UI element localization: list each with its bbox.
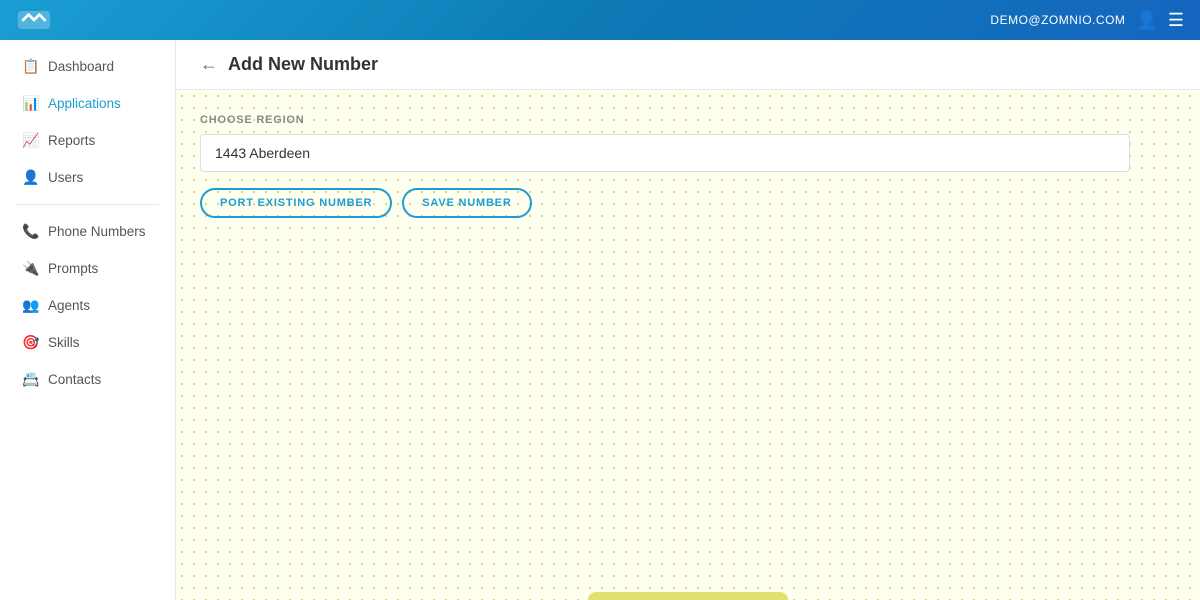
sidebar-item-agents[interactable]: 👥 Agents bbox=[4, 287, 171, 324]
user-email: DEMO@ZOMNIO.COM bbox=[990, 13, 1125, 27]
agents-icon: 👥 bbox=[22, 297, 38, 314]
region-label: CHOOSE REGION bbox=[200, 114, 1176, 126]
back-button[interactable]: ← bbox=[200, 54, 218, 75]
sidebar-item-label-contacts: Contacts bbox=[48, 372, 101, 387]
sidebar: 📋 Dashboard 📊 Applications 📈 Reports 👤 U… bbox=[0, 40, 176, 600]
sidebar-item-label-dashboard: Dashboard bbox=[48, 59, 114, 74]
skills-icon: 🎯 bbox=[22, 334, 38, 351]
sidebar-item-label-phone-numbers: Phone Numbers bbox=[48, 224, 146, 239]
page-header: ← Add New Number bbox=[176, 40, 1200, 90]
bottom-bar-decoration bbox=[588, 592, 788, 600]
port-existing-number-button[interactable]: PORT EXISTING NUMBER bbox=[200, 188, 392, 218]
phone-numbers-icon: 📞 bbox=[22, 223, 38, 240]
topbar: DEMO@ZOMNIO.COM 👤 ☰ bbox=[0, 0, 1200, 40]
sidebar-item-label-skills: Skills bbox=[48, 335, 80, 350]
content-body: CHOOSE REGION 1443 Aberdeen PORT EXISTIN… bbox=[176, 90, 1200, 600]
sidebar-item-skills[interactable]: 🎯 Skills bbox=[4, 324, 171, 361]
reports-icon: 📈 bbox=[22, 132, 38, 149]
topbar-right: DEMO@ZOMNIO.COM 👤 ☰ bbox=[990, 10, 1184, 31]
users-icon: 👤 bbox=[22, 169, 38, 186]
sidebar-item-label-reports: Reports bbox=[48, 133, 95, 148]
contacts-icon: 📇 bbox=[22, 371, 38, 388]
prompts-icon: 🔌 bbox=[22, 260, 38, 277]
sidebar-item-label-users: Users bbox=[48, 170, 83, 185]
region-select[interactable]: 1443 Aberdeen bbox=[200, 134, 1130, 172]
sidebar-item-phone-numbers[interactable]: 📞 Phone Numbers bbox=[4, 213, 171, 250]
sidebar-item-users[interactable]: 👤 Users bbox=[4, 159, 171, 196]
save-number-button[interactable]: SAVE NUMBER bbox=[402, 188, 531, 218]
sidebar-item-label-prompts: Prompts bbox=[48, 261, 98, 276]
form-actions: PORT EXISTING NUMBER SAVE NUMBER bbox=[200, 188, 1176, 218]
logo[interactable] bbox=[16, 7, 52, 33]
page-title: Add New Number bbox=[228, 54, 378, 75]
sidebar-item-dashboard[interactable]: 📋 Dashboard bbox=[4, 48, 171, 85]
content-area: ← Add New Number CHOOSE REGION 1443 Aber… bbox=[176, 40, 1200, 600]
hamburger-menu-icon[interactable]: ☰ bbox=[1168, 10, 1184, 31]
sidebar-item-contacts[interactable]: 📇 Contacts bbox=[4, 361, 171, 398]
sidebar-item-prompts[interactable]: 🔌 Prompts bbox=[4, 250, 171, 287]
user-avatar-icon[interactable]: 👤 bbox=[1135, 10, 1157, 31]
dashboard-icon: 📋 bbox=[22, 58, 38, 75]
add-number-form: CHOOSE REGION 1443 Aberdeen PORT EXISTIN… bbox=[200, 114, 1176, 218]
sidebar-item-reports[interactable]: 📈 Reports bbox=[4, 122, 171, 159]
sidebar-divider bbox=[16, 204, 159, 205]
main-layout: 📋 Dashboard 📊 Applications 📈 Reports 👤 U… bbox=[0, 40, 1200, 600]
sidebar-item-label-applications: Applications bbox=[48, 96, 121, 111]
applications-icon: 📊 bbox=[22, 95, 38, 112]
sidebar-item-label-agents: Agents bbox=[48, 298, 90, 313]
sidebar-item-applications[interactable]: 📊 Applications bbox=[4, 85, 171, 122]
